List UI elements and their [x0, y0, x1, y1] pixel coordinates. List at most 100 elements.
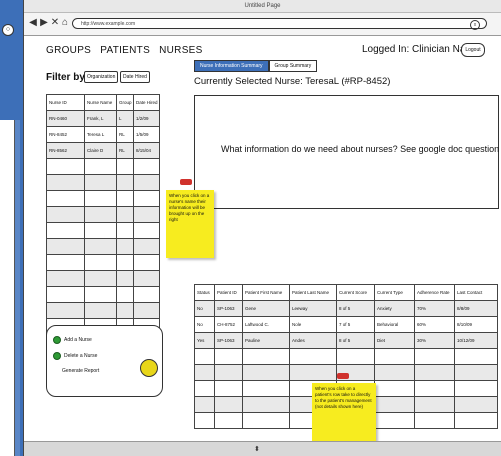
status-bar: ⬍	[24, 441, 501, 456]
table-cell: 8/8/09	[454, 300, 498, 317]
logout-button[interactable]: Logout	[461, 43, 485, 57]
table-header-row: Nurse ID Nurse Name Group Date Hired	[46, 94, 160, 111]
table-cell: RL	[116, 142, 134, 159]
nurse-actions-panel: Add a Nurse Delete a Nurse Generate Repo…	[46, 325, 163, 397]
tab-nurse-information-summary[interactable]: Nurse Information Summary	[194, 60, 269, 72]
green-dot-icon	[53, 352, 61, 360]
clear-url-icon[interactable]: x	[470, 20, 480, 30]
url-bar[interactable]: http://www.example.com x	[72, 18, 487, 30]
filter-organization-button[interactable]: Organization	[84, 71, 119, 83]
column-header[interactable]: Current Type	[374, 284, 415, 301]
column-header[interactable]: Patient First Name	[242, 284, 290, 301]
sticky-note-nurse-text: When you click on a nurse's name their i…	[169, 193, 210, 222]
table-row[interactable]: No CH-8752 Laftwood C. Nole 7 of 5 Behav…	[194, 316, 498, 333]
column-header[interactable]: Patient Last Name	[289, 284, 337, 301]
table-row[interactable]: RN-8452 Teresa L RL 1/5/09	[46, 126, 160, 143]
nurse-tabs: Nurse Information Summary Group Summary	[194, 60, 318, 72]
table-cell: Nole	[289, 316, 337, 333]
window-title: Untitled Page	[24, 0, 501, 13]
table-row-empty	[46, 238, 160, 255]
delete-nurse-item[interactable]: Delete a Nurse	[53, 352, 97, 360]
table-cell: Gene	[242, 300, 290, 317]
table-cell: Yes	[194, 332, 215, 349]
table-cell: Andes	[289, 332, 337, 349]
table-cell: RN-0460	[46, 110, 85, 127]
table-row-empty	[46, 190, 160, 207]
table-cell: 8/10/09	[454, 316, 498, 333]
table-row[interactable]: Yes SP-1063 Pauline Andes 8 of 5 Diet 30…	[194, 332, 498, 349]
sticky-note-nurse: When you click on a nurse's name their i…	[166, 190, 214, 258]
filter-label: Filter by	[46, 72, 85, 83]
table-cell: No	[194, 300, 215, 317]
table-row-empty	[46, 222, 160, 239]
column-header[interactable]: Current Score	[336, 284, 375, 301]
table-row-empty	[46, 254, 160, 271]
table-cell: RN-8452	[46, 126, 85, 143]
column-header[interactable]: Last Contact	[454, 284, 498, 301]
column-header[interactable]: Group	[116, 94, 134, 111]
table-row[interactable]: RN-0460 Frank, L L 1/2/09	[46, 110, 160, 127]
add-nurse-label: Add a Nurse	[64, 337, 92, 343]
add-nurse-item[interactable]: Add a Nurse	[53, 336, 92, 344]
table-header-row: Status Patient ID Patient First Name Pat…	[194, 284, 498, 301]
table-cell: No	[194, 316, 215, 333]
table-cell: SP-1063	[214, 332, 243, 349]
table-cell: L	[116, 110, 134, 127]
browser-toolbar: ◀ ▶ ✕ ⌂ http://www.example.com x	[24, 13, 501, 36]
nav-nurses[interactable]: NURSES	[159, 45, 202, 56]
column-header[interactable]: Adherence Rate	[414, 284, 455, 301]
column-header[interactable]: Date Hired	[133, 94, 160, 111]
table-cell: Claire D	[84, 142, 117, 159]
table-cell: 30%	[414, 332, 455, 349]
circle-icon: ○	[2, 24, 14, 36]
table-cell: Diet	[374, 332, 415, 349]
pin-icon	[337, 373, 349, 379]
column-header[interactable]: Patient ID	[214, 284, 243, 301]
background-blue-panel	[0, 0, 20, 120]
table-cell: 8/15/04	[133, 142, 160, 159]
generate-report-item[interactable]: Generate Report	[62, 368, 99, 374]
table-row[interactable]: No SP-1063 Gene Leeway 8 of 5 Anxiety 70…	[194, 300, 498, 317]
table-cell: Leeway	[289, 300, 337, 317]
table-cell: Teresa L	[84, 126, 117, 143]
background-window-edge	[0, 120, 15, 456]
sticky-note-patient-text: When you click on a patient's row take t…	[315, 386, 372, 409]
table-cell: CH-8752	[214, 316, 243, 333]
nurses-table: Nurse ID Nurse Name Group Date Hired RN-…	[46, 94, 160, 335]
table-row-empty	[194, 348, 498, 365]
table-cell: 60%	[414, 316, 455, 333]
table-cell: Anxiety	[374, 300, 415, 317]
table-row-empty	[46, 302, 160, 319]
url-text: http://www.example.com	[81, 21, 136, 27]
pin-icon	[180, 179, 192, 185]
browser-window: Untitled Page ◀ ▶ ✕ ⌂ http://www.example…	[23, 0, 501, 456]
table-row-empty	[46, 286, 160, 303]
table-cell: 1/2/09	[133, 110, 160, 127]
table-row[interactable]: RN-8562 Claire D RL 8/15/04	[46, 142, 160, 159]
filter-date-hired-button[interactable]: Date Hired	[120, 71, 150, 83]
table-cell: 8 of 5	[336, 300, 375, 317]
info-box-text: What information do we need about nurses…	[221, 144, 501, 154]
column-header[interactable]: Nurse Name	[84, 94, 117, 111]
main-nav: GROUPS PATIENTS NURSES	[46, 45, 209, 56]
table-row-empty	[46, 174, 160, 191]
table-cell: SP-1063	[214, 300, 243, 317]
nurse-info-box: What information do we need about nurses…	[194, 95, 501, 209]
nav-patients[interactable]: PATIENTS	[100, 45, 150, 56]
column-header[interactable]: Status	[194, 284, 215, 301]
table-cell: 10/12/09	[454, 332, 498, 349]
table-row-empty	[46, 206, 160, 223]
table-cell: 8 of 5	[336, 332, 375, 349]
column-header[interactable]: Nurse ID	[46, 94, 85, 111]
tab-group-summary[interactable]: Group Summary	[268, 60, 318, 72]
nav-groups[interactable]: GROUPS	[46, 45, 91, 56]
generate-report-label: Generate Report	[62, 368, 100, 374]
table-row-empty	[46, 270, 160, 287]
resize-grip-icon[interactable]: ⬍	[254, 445, 260, 453]
selected-nurse-label: Currently Selected Nurse: TeresaL (#RP-8…	[194, 76, 391, 87]
table-cell: Behavioral	[374, 316, 415, 333]
cursor-highlight-icon	[140, 359, 158, 377]
home-icon[interactable]: ⌂	[59, 17, 71, 29]
table-cell: 7 of 5	[336, 316, 375, 333]
green-dot-icon	[53, 336, 61, 344]
